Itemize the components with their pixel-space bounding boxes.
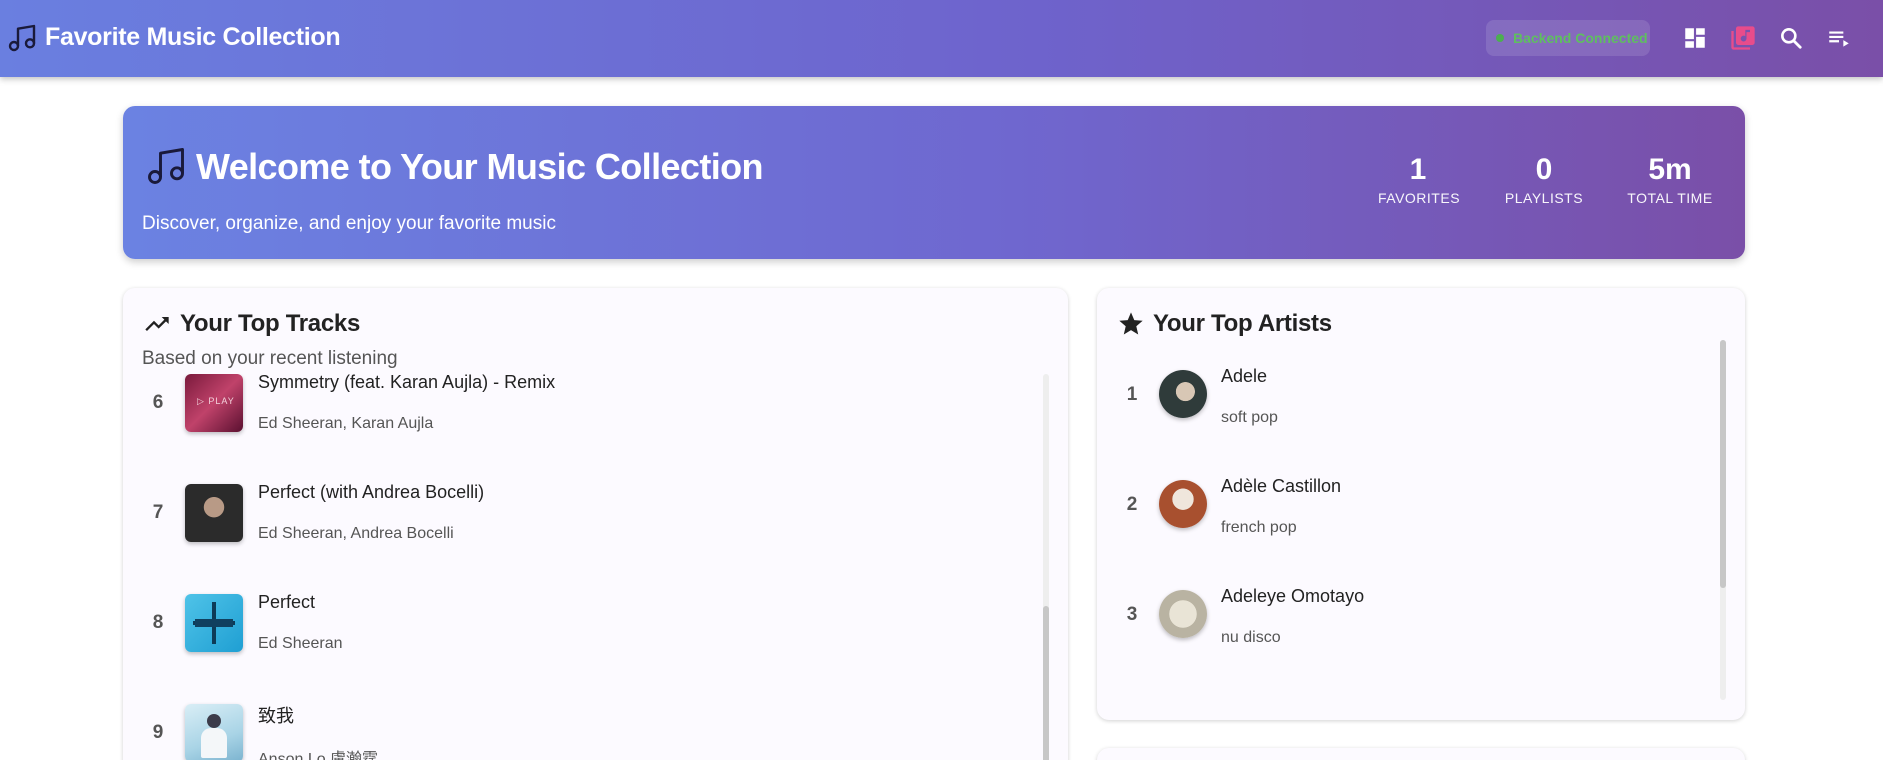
artist-name: Adeleye Omotayo [1221, 586, 1365, 606]
track-rank: 9 [152, 722, 164, 743]
top-tracks-card: Your Top Tracks Based on your recent lis… [123, 288, 1068, 760]
welcome-subtitle: Discover, organize, and enjoy your favor… [142, 213, 556, 234]
tracks-scrollbar[interactable] [1043, 374, 1049, 760]
artists-scrollbar[interactable] [1720, 340, 1726, 700]
music-note-icon [148, 148, 184, 184]
library-music-icon [1731, 26, 1755, 50]
app-bar: Favorite Music Collection Backend Connec… [0, 0, 1883, 77]
queue-icon [1829, 31, 1849, 47]
track-artist: Anson Lo 盧瀚霆 [258, 751, 379, 760]
artist-avatar [1159, 480, 1207, 528]
artist-genre: soft pop [1221, 409, 1278, 426]
list-item[interactable]: 7 Perfect (with Andrea Bocelli) Ed Sheer… [143, 458, 1043, 568]
artist-name: Adèle Castillon [1221, 476, 1342, 496]
track-artist: Ed Sheeran [258, 635, 343, 652]
artist-rank: 1 [1126, 384, 1138, 405]
list-item[interactable]: 6 ▷ PLAY Symmetry (feat. Karan Aujla) - … [143, 374, 1043, 458]
top-artists-title: Your Top Artists [1153, 310, 1332, 337]
track-name: Symmetry (feat. Karan Aujla) - Remix [258, 374, 556, 392]
top-tracks-list[interactable]: 6 ▷ PLAY Symmetry (feat. Karan Aujla) - … [123, 374, 1063, 760]
album-art-image [185, 594, 243, 652]
dashboard-icon [1685, 28, 1705, 48]
stat-playlists: 0 PLAYLISTS [1504, 152, 1584, 206]
artist-rank: 2 [1126, 494, 1138, 515]
next-card [1097, 748, 1745, 760]
album-art-image: ▷ PLAY [185, 374, 243, 432]
stat-label: PLAYLISTS [1504, 190, 1584, 206]
backend-status-text: Backend Connected [1513, 30, 1648, 46]
artist-avatar [1159, 590, 1207, 638]
music-note-icon [8, 24, 36, 52]
top-artists-card: Your Top Artists 1 Adele soft pop 2 Adèl… [1097, 288, 1745, 720]
library-button[interactable] [1727, 22, 1759, 54]
track-artist: Ed Sheeran, Karan Aujla [258, 415, 434, 432]
search-icon [1781, 28, 1802, 49]
top-tracks-title: Your Top Tracks [180, 310, 360, 337]
track-name: Perfect [258, 592, 316, 612]
queue-button[interactable] [1823, 22, 1855, 54]
track-rank: 6 [152, 392, 164, 413]
album-art-image [185, 704, 243, 760]
list-item[interactable]: 3 Adeleye Omotayo nu disco [1117, 560, 1697, 670]
search-button[interactable] [1775, 22, 1807, 54]
stat-value: 0 [1535, 153, 1553, 186]
track-rank: 7 [152, 502, 164, 523]
welcome-title: Welcome to Your Music Collection [196, 146, 763, 187]
welcome-banner: Welcome to Your Music Collection Discove… [123, 106, 1745, 259]
artist-genre: nu disco [1221, 629, 1281, 646]
backend-status-chip: Backend Connected [1486, 20, 1650, 56]
list-item[interactable]: 2 Adèle Castillon french pop [1117, 450, 1697, 560]
stat-value: 5m [1648, 153, 1692, 186]
artist-name: Adele [1221, 366, 1268, 386]
stat-label: FAVORITES [1378, 190, 1461, 206]
track-rank: 8 [152, 612, 164, 633]
stat-favorites: 1 FAVORITES [1378, 152, 1461, 206]
stat-total-time: 5m TOTAL TIME [1625, 152, 1715, 206]
top-artists-list[interactable]: 1 Adele soft pop 2 Adèle Castillon frenc… [1097, 340, 1717, 704]
trending-up-icon [145, 317, 169, 331]
dashboard-button[interactable] [1679, 22, 1711, 54]
artist-avatar [1159, 370, 1207, 418]
status-dot-icon [1496, 34, 1504, 42]
album-art-image [185, 484, 243, 542]
stat-label: TOTAL TIME [1627, 190, 1713, 206]
track-name: Perfect (with Andrea Bocelli) [258, 482, 485, 502]
stat-value: 1 [1409, 153, 1427, 186]
track-name: 致我 [258, 706, 294, 726]
artists-scrollbar-thumb[interactable] [1720, 340, 1726, 588]
track-artist: Ed Sheeran, Andrea Bocelli [258, 525, 454, 542]
list-item[interactable]: 1 Adele soft pop [1117, 340, 1697, 450]
top-tracks-subtitle: Based on your recent listening [142, 348, 398, 369]
artist-rank: 3 [1126, 604, 1138, 625]
list-item[interactable]: 8 Perfect Ed Sheeran [143, 568, 1043, 678]
list-item[interactable]: 9 致我 Anson Lo 盧瀚霆 [143, 678, 1043, 760]
star-icon [1119, 312, 1143, 335]
artist-genre: french pop [1221, 519, 1297, 536]
tracks-scrollbar-thumb[interactable] [1043, 606, 1049, 760]
app-title: Favorite Music Collection [45, 23, 341, 51]
